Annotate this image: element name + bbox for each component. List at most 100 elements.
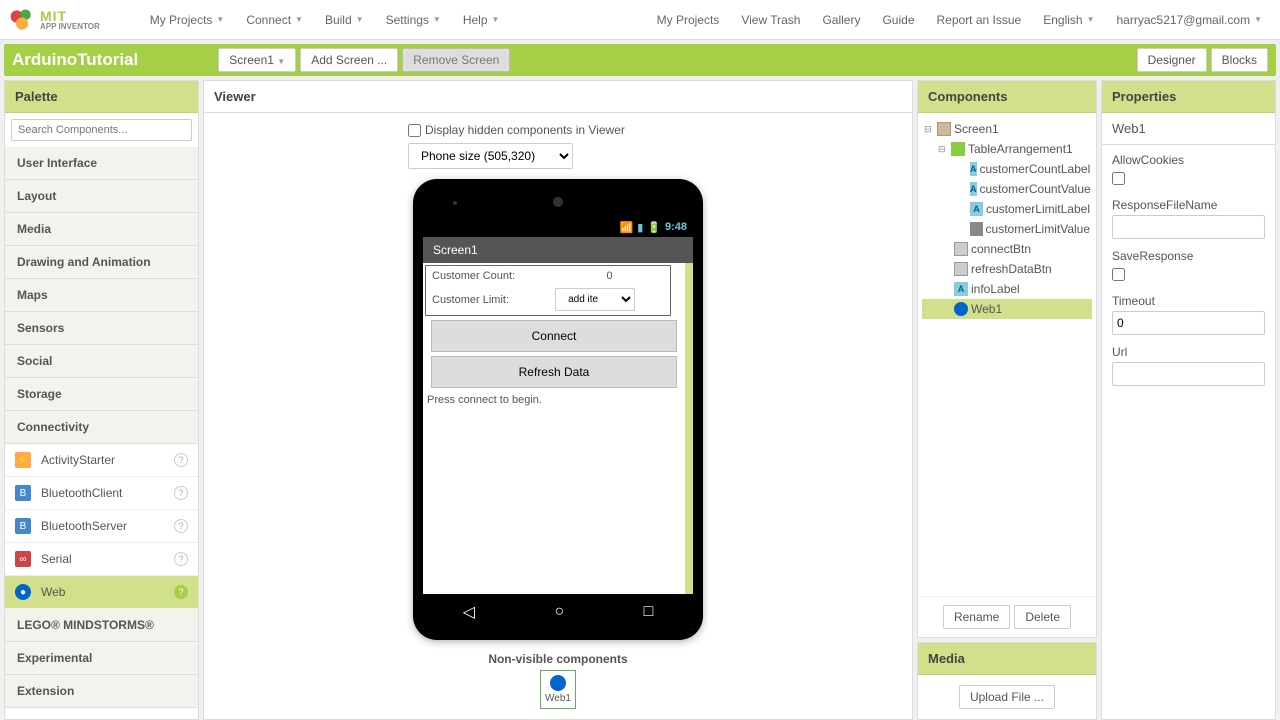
collapse-icon[interactable]: ⊟ — [938, 144, 948, 155]
link-viewtrash[interactable]: View Trash — [731, 7, 810, 33]
prop-timeout-label: Timeout — [1112, 294, 1265, 308]
nonvisible-web1[interactable]: Web1 — [540, 670, 576, 709]
upload-file-button[interactable]: Upload File ... — [959, 685, 1055, 709]
menu-myprojects[interactable]: My Projects▼ — [140, 7, 235, 33]
properties-component-name: Web1 — [1102, 113, 1275, 145]
signal-icon: ▮ — [637, 221, 643, 234]
palette-section-experimental[interactable]: Experimental — [5, 642, 198, 675]
blocks-tab-button[interactable]: Blocks — [1211, 48, 1268, 72]
palette-section-media[interactable]: Media — [5, 213, 198, 246]
menu-settings[interactable]: Settings▼ — [376, 7, 451, 33]
phone-statusbar: 📶 ▮ 🔋 9:48 — [423, 217, 693, 237]
menu-build[interactable]: Build▼ — [315, 7, 374, 33]
menu-language[interactable]: English▼ — [1033, 7, 1104, 33]
components-header: Components — [918, 81, 1096, 113]
display-hidden-checkbox[interactable]: Display hidden components in Viewer — [408, 123, 625, 137]
prop-timeout-input[interactable] — [1112, 311, 1265, 335]
connect-app-button[interactable]: Connect — [431, 320, 677, 352]
back-icon: ◁ — [463, 602, 475, 622]
caret-icon: ▼ — [1254, 15, 1262, 24]
customer-limit-label[interactable]: Customer Limit: — [428, 286, 549, 313]
status-time: 9:48 — [665, 221, 687, 233]
tree-tablearrangement[interactable]: ⊟TableArrangement1 — [922, 139, 1092, 159]
screen-dropdown-button[interactable]: Screen1 ▼ — [218, 48, 296, 72]
table-arrangement[interactable]: Customer Count:0 Customer Limit: add item… — [425, 265, 671, 316]
help-icon[interactable]: ? — [174, 552, 188, 566]
serial-icon: ∞ — [15, 551, 31, 567]
caret-icon: ▼ — [433, 15, 441, 24]
project-name: ArduinoTutorial — [12, 50, 138, 70]
menu-help[interactable]: Help▼ — [453, 7, 510, 33]
customer-limit-spinner[interactable]: add items ... — [555, 288, 635, 311]
prop-allowcookies-checkbox[interactable] — [1112, 172, 1125, 185]
palette-item-bluetoothclient[interactable]: BBluetoothClient? — [5, 477, 198, 510]
palette-item-activitystarter[interactable]: ⚡ActivityStarter? — [5, 444, 198, 477]
table-icon — [951, 142, 965, 156]
palette-section-layout[interactable]: Layout — [5, 180, 198, 213]
link-myprojects[interactable]: My Projects — [647, 7, 730, 33]
palette-section-maps[interactable]: Maps — [5, 279, 198, 312]
prop-saveresponse-label: SaveResponse — [1112, 249, 1265, 263]
palette-section-ui[interactable]: User Interface — [5, 147, 198, 180]
palette-section-lego[interactable]: LEGO® MINDSTORMS® — [5, 609, 198, 642]
tree-infolabel[interactable]: AinfoLabel — [922, 279, 1092, 299]
customer-count-label[interactable]: Customer Count: — [428, 268, 549, 284]
prop-responsefilename-input[interactable] — [1112, 215, 1265, 239]
delete-button[interactable]: Delete — [1014, 605, 1071, 629]
web-icon — [954, 302, 968, 316]
app-titlebar: Screen1 — [423, 237, 693, 263]
designer-tab-button[interactable]: Designer — [1137, 48, 1207, 72]
menu-connect[interactable]: Connect▼ — [236, 7, 313, 33]
logo-icon — [8, 6, 36, 34]
properties-header: Properties — [1102, 81, 1275, 113]
tree-customerlimitlabel[interactable]: AcustomerLimitLabel — [922, 199, 1092, 219]
palette-panel: Palette User Interface Layout Media Draw… — [4, 80, 199, 720]
add-screen-button[interactable]: Add Screen ... — [300, 48, 398, 72]
prop-url-label: Url — [1112, 345, 1265, 359]
menu-account[interactable]: harryac5217@gmail.com▼ — [1107, 7, 1273, 33]
logo-mit-text: MIT — [40, 9, 100, 23]
customer-count-value[interactable]: 0 — [551, 268, 668, 284]
palette-section-storage[interactable]: Storage — [5, 378, 198, 411]
collapse-icon[interactable]: ⊟ — [924, 124, 934, 135]
palette-section-drawing[interactable]: Drawing and Animation — [5, 246, 198, 279]
tree-refreshdatabtn[interactable]: refreshDataBtn — [922, 259, 1092, 279]
remove-screen-button[interactable]: Remove Screen — [402, 48, 510, 72]
tree-connectbtn[interactable]: connectBtn — [922, 239, 1092, 259]
tree-screen1[interactable]: ⊟Screen1 — [922, 119, 1092, 139]
phone-frame: 📶 ▮ 🔋 9:48 Screen1 Customer Count:0 Cust… — [413, 179, 703, 640]
phone-size-select[interactable]: Phone size (505,320) — [408, 143, 573, 169]
help-icon[interactable]: ? — [174, 585, 188, 599]
tree-customercountvalue[interactable]: AcustomerCountValue — [922, 179, 1092, 199]
tree-web1[interactable]: Web1 — [922, 299, 1092, 319]
palette-section-connectivity[interactable]: Connectivity — [5, 411, 198, 444]
app-canvas[interactable]: Customer Count:0 Customer Limit: add item… — [423, 263, 693, 594]
spinner-icon — [970, 222, 983, 236]
components-tree: ⊟Screen1 ⊟TableArrangement1 AcustomerCou… — [918, 113, 1096, 596]
help-icon[interactable]: ? — [174, 486, 188, 500]
logo[interactable]: MIT APP INVENTOR — [8, 6, 100, 34]
palette-section-social[interactable]: Social — [5, 345, 198, 378]
link-guide[interactable]: Guide — [872, 7, 924, 33]
tree-customerlimitvalue[interactable]: customerLimitValue — [922, 219, 1092, 239]
prop-url-input[interactable] — [1112, 362, 1265, 386]
link-report[interactable]: Report an Issue — [927, 7, 1032, 33]
help-icon[interactable]: ? — [174, 519, 188, 533]
menu-right: My Projects View Trash Gallery Guide Rep… — [647, 7, 1272, 33]
tree-customercountlabel[interactable]: AcustomerCountLabel — [922, 159, 1092, 179]
refresh-app-button[interactable]: Refresh Data — [431, 356, 677, 388]
info-label[interactable]: Press connect to begin. — [423, 392, 685, 408]
search-components-input[interactable] — [11, 119, 192, 141]
palette-item-web[interactable]: ●Web? — [5, 576, 198, 609]
caret-icon: ▼ — [1087, 15, 1095, 24]
link-gallery[interactable]: Gallery — [812, 7, 870, 33]
palette-item-bluetoothserver[interactable]: BBluetoothServer? — [5, 510, 198, 543]
top-menubar: MIT APP INVENTOR My Projects▼ Connect▼ B… — [0, 0, 1280, 40]
palette-section-extension[interactable]: Extension — [5, 675, 198, 708]
menu-left: My Projects▼ Connect▼ Build▼ Settings▼ H… — [140, 7, 510, 33]
palette-section-sensors[interactable]: Sensors — [5, 312, 198, 345]
help-icon[interactable]: ? — [174, 453, 188, 467]
prop-saveresponse-checkbox[interactable] — [1112, 268, 1125, 281]
rename-button[interactable]: Rename — [943, 605, 1010, 629]
palette-item-serial[interactable]: ∞Serial? — [5, 543, 198, 576]
